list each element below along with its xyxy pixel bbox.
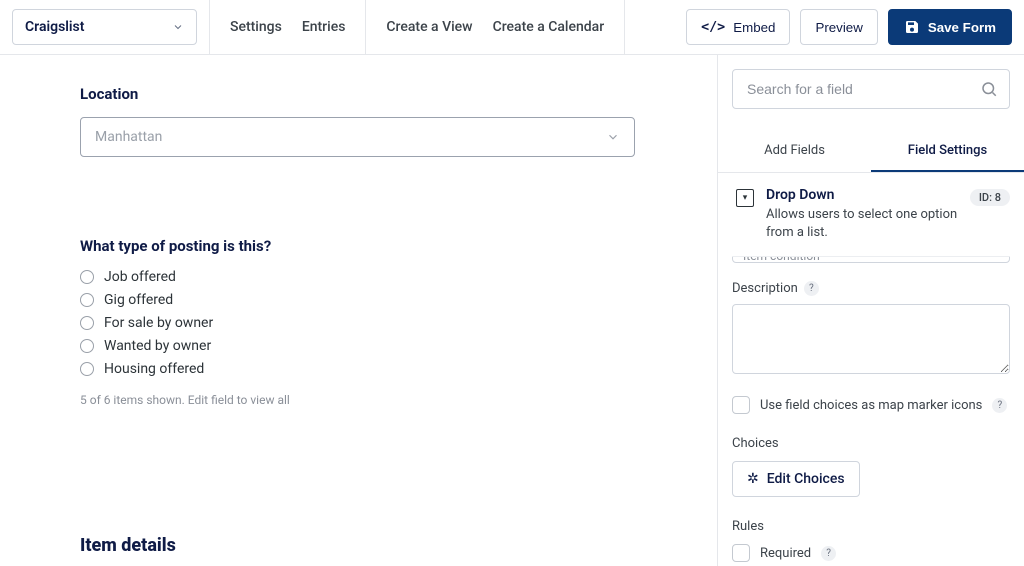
rules-heading: Rules <box>732 519 1010 534</box>
map-marker-checkbox[interactable] <box>732 396 750 414</box>
choices-heading: Choices <box>732 436 1010 451</box>
description-label: Description ? <box>732 281 1010 296</box>
nav-create-calendar[interactable]: Create a Calendar <box>493 19 605 35</box>
radio-icon <box>80 270 94 284</box>
field-label-location: Location <box>80 85 640 103</box>
help-icon[interactable]: ? <box>821 546 836 561</box>
chevron-down-icon <box>172 21 184 33</box>
save-form-button-label: Save Form <box>928 20 996 35</box>
embed-button[interactable]: </> Embed <box>686 9 790 45</box>
field-posting-type[interactable]: What type of posting is this? Job offere… <box>80 237 640 407</box>
posting-type-options: Job offered Gig offered For sale by owne… <box>80 269 640 377</box>
radio-option[interactable]: For sale by owner <box>80 315 640 331</box>
map-marker-setting: Use field choices as map marker icons ? <box>732 396 1010 414</box>
field-id-badge: ID: 8 <box>970 189 1010 206</box>
required-checkbox[interactable] <box>732 544 750 562</box>
radio-label: Housing offered <box>104 361 204 377</box>
chevron-down-icon <box>606 130 620 144</box>
help-icon[interactable]: ? <box>804 281 819 296</box>
required-label: Required <box>760 546 811 561</box>
radio-label: For sale by owner <box>104 315 213 331</box>
radio-label: Wanted by owner <box>104 338 211 354</box>
map-marker-label: Use field choices as map marker icons <box>760 398 982 413</box>
save-form-button[interactable]: Save Form <box>888 9 1012 45</box>
top-toolbar: Craigslist Settings Entries Create a Vie… <box>0 0 1024 55</box>
form-selector-dropdown[interactable]: Craigslist <box>12 9 197 45</box>
tab-field-settings[interactable]: Field Settings <box>871 131 1024 172</box>
embed-icon: </> <box>701 20 725 35</box>
radio-option[interactable]: Housing offered <box>80 361 640 377</box>
nav-create-view[interactable]: Create a View <box>386 19 472 35</box>
search-input[interactable] <box>732 69 1010 109</box>
radio-label: Gig offered <box>104 292 173 308</box>
field-type-desc: Allows users to select one option from a… <box>766 206 958 242</box>
search-icon <box>980 80 998 98</box>
location-dropdown-placeholder: Manhattan <box>95 129 162 145</box>
nav-group-settings: Settings Entries <box>209 0 366 55</box>
help-icon[interactable]: ? <box>992 398 1007 413</box>
nav-entries[interactable]: Entries <box>302 19 346 35</box>
radio-icon <box>80 362 94 376</box>
field-type-info: ▾ Drop Down Allows users to select one o… <box>732 173 1010 257</box>
field-label-posting-type: What type of posting is this? <box>80 237 640 255</box>
radio-icon <box>80 293 94 307</box>
required-setting: Required ? <box>732 544 1010 562</box>
location-dropdown[interactable]: Manhattan <box>80 117 635 157</box>
radio-option[interactable]: Wanted by owner <box>80 338 640 354</box>
field-item-details[interactable]: Item details <box>80 535 176 556</box>
description-textarea[interactable] <box>732 304 1010 374</box>
nav-group-create: Create a View Create a Calendar <box>366 0 625 55</box>
field-type-name: Drop Down <box>766 187 958 203</box>
field-search-wrap <box>732 69 1010 109</box>
right-panel: Add Fields Field Settings ▾ Drop Down Al… <box>718 55 1024 566</box>
nav-settings[interactable]: Settings <box>230 19 282 35</box>
edit-choices-button[interactable]: ✲ Edit Choices <box>732 461 860 497</box>
tab-add-fields[interactable]: Add Fields <box>718 131 871 172</box>
item-details-heading: Item details <box>80 535 176 556</box>
dropdown-field-icon: ▾ <box>736 189 754 207</box>
field-location[interactable]: Location Manhattan <box>80 85 640 157</box>
save-icon <box>904 19 920 35</box>
edit-choices-label: Edit Choices <box>767 471 845 487</box>
form-selector-label: Craigslist <box>25 19 84 35</box>
preview-button[interactable]: Preview <box>800 9 877 45</box>
radio-label: Job offered <box>104 269 176 285</box>
embed-button-label: Embed <box>733 20 775 35</box>
radio-option[interactable]: Job offered <box>80 269 640 285</box>
form-canvas: Location Manhattan What type of posting … <box>0 55 718 566</box>
radio-icon <box>80 339 94 353</box>
radio-option[interactable]: Gig offered <box>80 292 640 308</box>
gear-icon: ✲ <box>747 471 759 487</box>
radio-icon <box>80 316 94 330</box>
preview-button-label: Preview <box>815 20 862 35</box>
posting-type-hint: 5 of 6 items shown. Edit field to view a… <box>80 393 640 407</box>
panel-tabs: Add Fields Field Settings <box>718 131 1024 173</box>
field-label-input[interactable]: Item condition <box>732 257 1010 263</box>
